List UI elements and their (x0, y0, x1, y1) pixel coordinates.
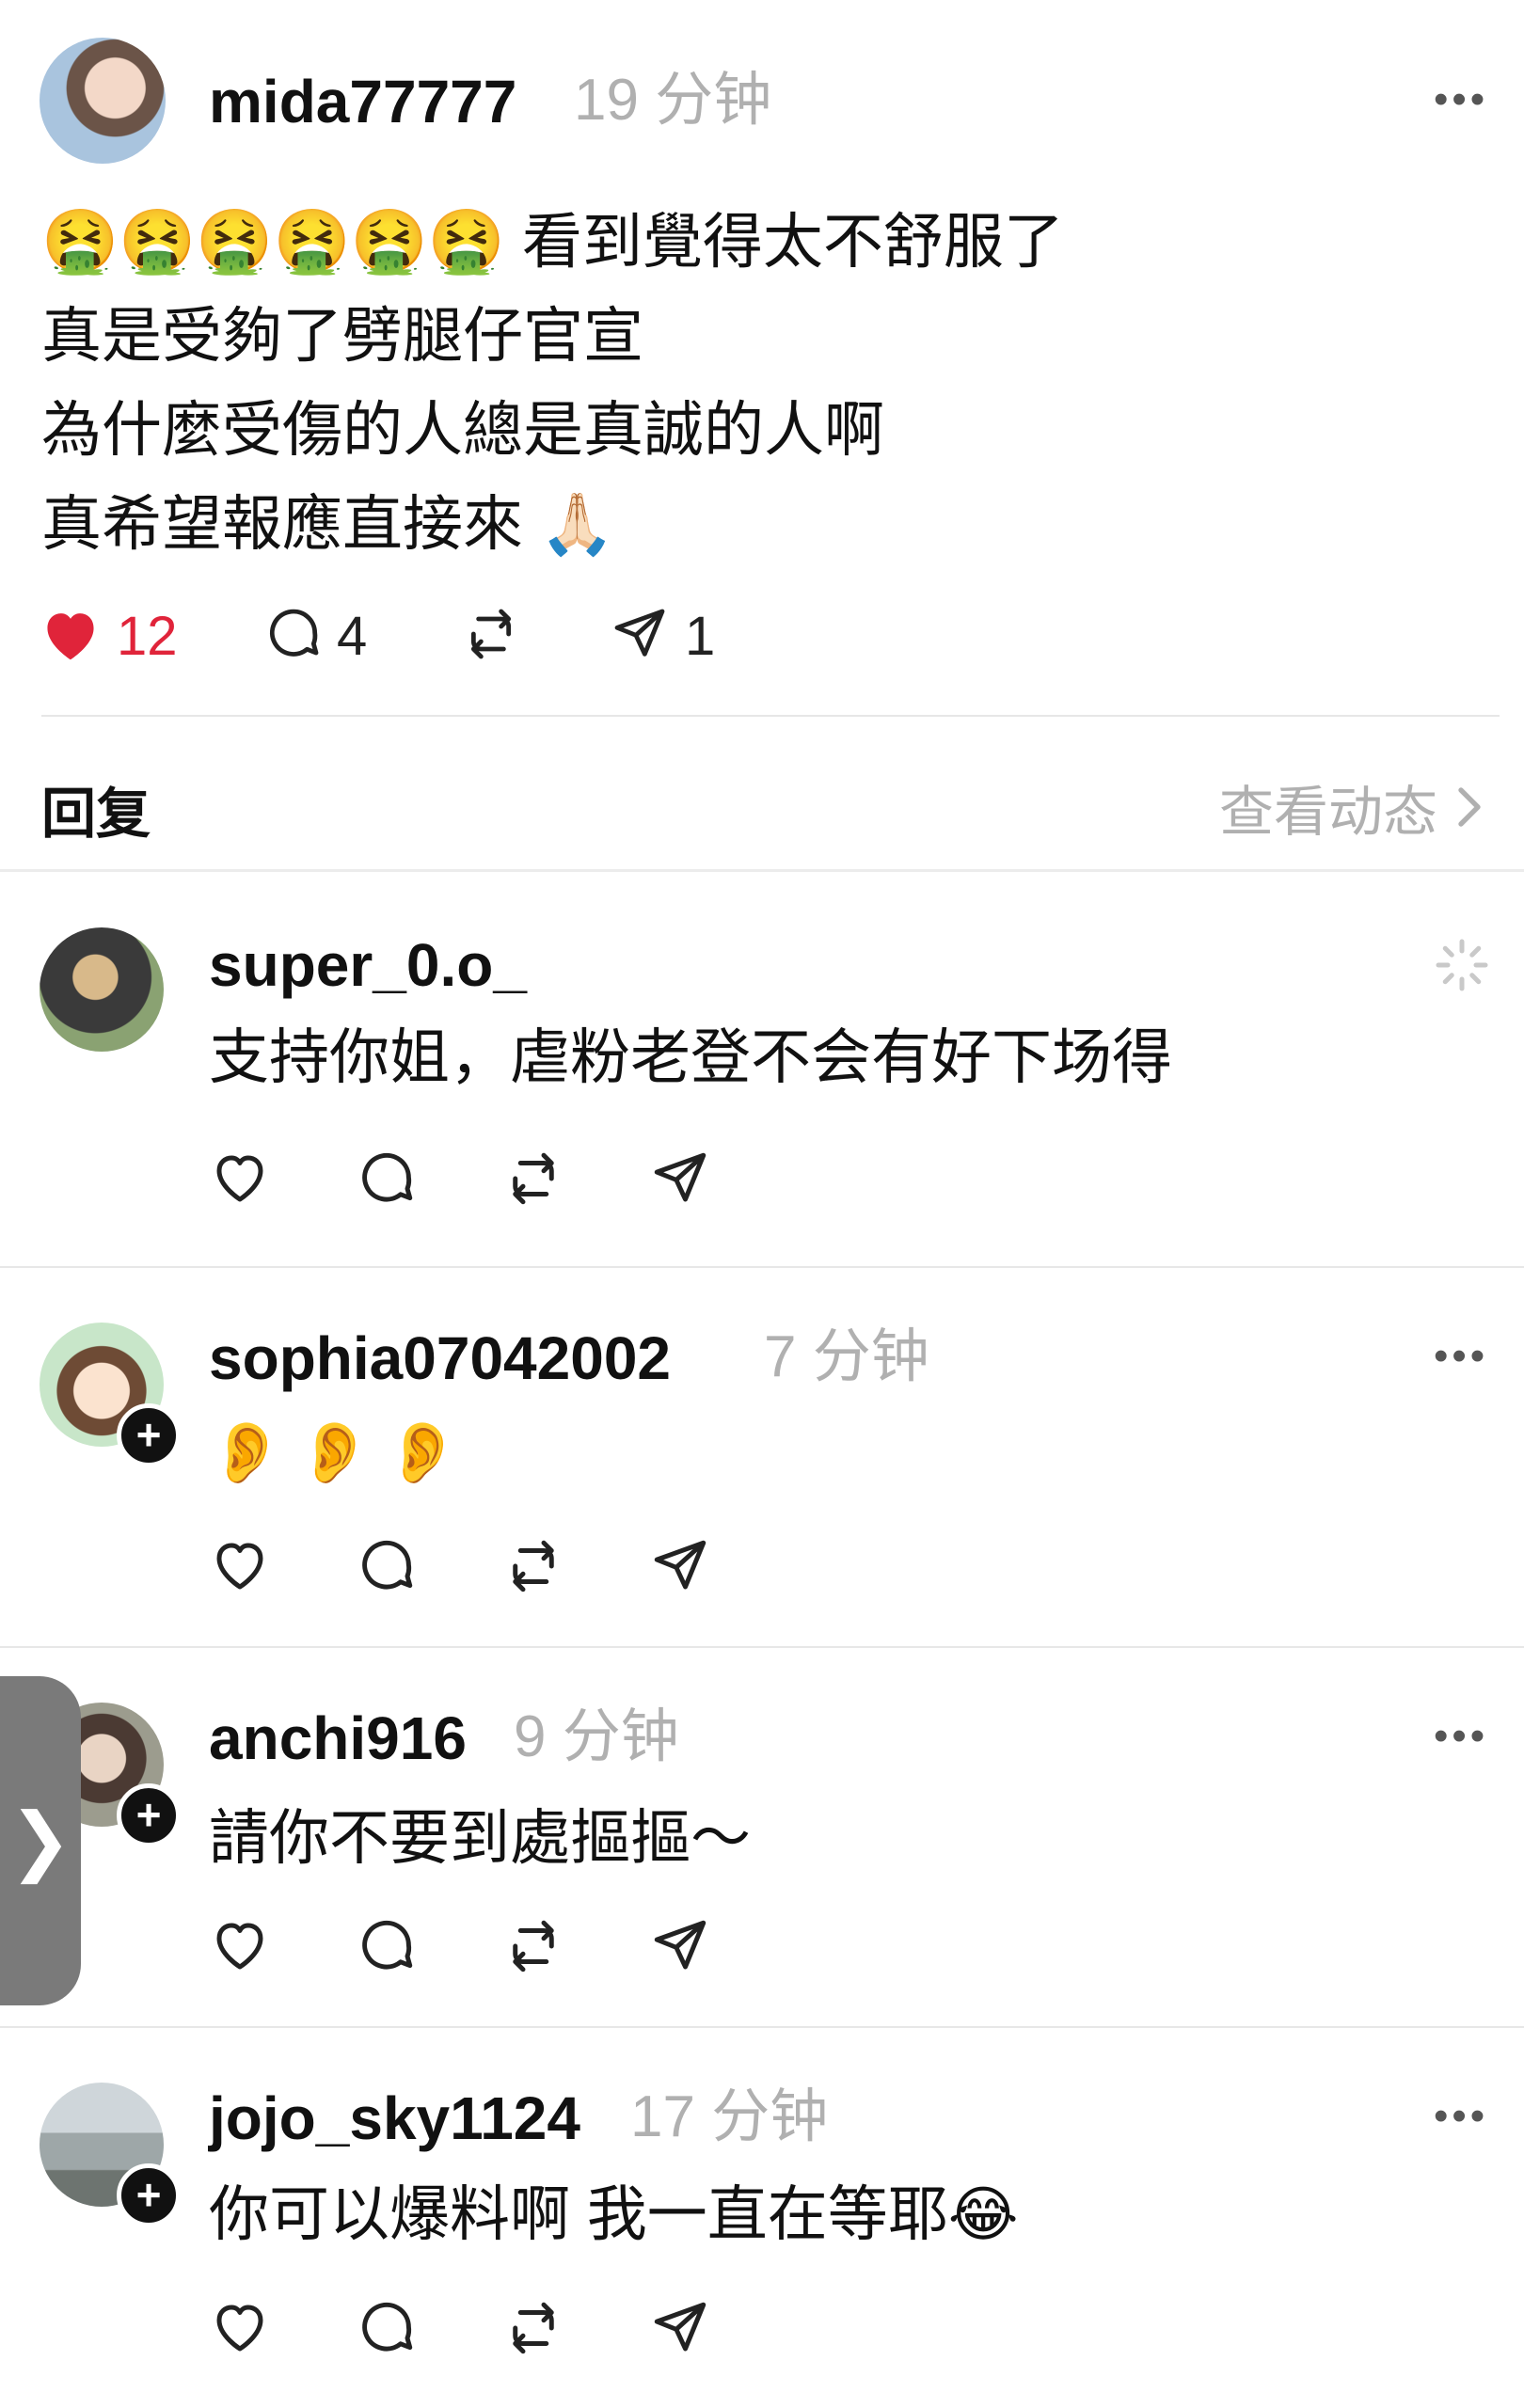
reply-divider (0, 1646, 1524, 1648)
repost-icon[interactable] (502, 1915, 564, 1977)
more-icon[interactable]: ••• (1434, 1336, 1488, 1377)
share-icon[interactable] (649, 1148, 711, 1210)
more-icon[interactable]: ••• (1434, 1716, 1488, 1757)
more-icon[interactable]: ••• (1434, 79, 1488, 120)
reply-text: 👂👂👂 (209, 1418, 474, 1486)
heart-icon[interactable] (209, 1915, 271, 1977)
reply-divider (0, 2026, 1524, 2028)
reply-divider (0, 1266, 1524, 1268)
share-count: 1 (685, 606, 716, 667)
reply-username[interactable]: jojo_sky1124 (209, 2088, 580, 2148)
heart-icon[interactable] (40, 606, 102, 662)
repost-icon[interactable] (502, 1535, 564, 1597)
avatar[interactable] (40, 927, 164, 1052)
follow-plus-icon[interactable]: + (117, 1403, 181, 1467)
post-time: 19 分钟 (574, 68, 772, 133)
like-count: 12 (117, 606, 178, 667)
reply-actions (0, 1915, 1524, 1981)
reply-username[interactable]: super_0.o_ (209, 935, 527, 995)
share-icon[interactable] (649, 2297, 711, 2359)
post-line-2: 真是受夠了劈腿仔官宣 (41, 302, 643, 370)
reply-actions (0, 1535, 1524, 1601)
reply-text: 請你不要到處摳摳～ (209, 1804, 751, 1872)
section-divider (0, 869, 1524, 872)
more-icon[interactable]: ••• (1434, 2096, 1488, 2137)
post-line-3: 為什麼受傷的人總是真誠的人啊 (41, 396, 884, 464)
loading-icon (1436, 939, 1488, 991)
follow-plus-icon[interactable]: + (117, 2163, 181, 2227)
side-panel-tab[interactable]: ❯ (0, 1676, 81, 2005)
follow-plus-icon[interactable]: + (117, 1783, 181, 1847)
comment-icon[interactable] (356, 1535, 418, 1597)
share-icon[interactable] (649, 1535, 711, 1597)
heart-icon[interactable] (209, 2297, 271, 2359)
heart-icon[interactable] (209, 1535, 271, 1597)
reply-username[interactable]: sophia07042002 (209, 1328, 671, 1388)
post-body: 🤮🤮🤮🤮🤮🤮 看到覺得太不舒服了 真是受夠了劈腿仔官宣 為什麼受傷的人總是真誠的… (41, 194, 1453, 571)
reply-actions (0, 1148, 1524, 1213)
share-icon[interactable] (610, 604, 670, 664)
repost-icon[interactable] (461, 604, 521, 664)
post-line-4-text: 真希望報應直接來 (41, 490, 523, 558)
post-emoji-row: 🤮🤮🤮🤮🤮🤮 (41, 206, 506, 276)
reply-text: 支持你姐，虐粉老登不会有好下场得 (209, 1023, 1172, 1091)
reply-username[interactable]: anchi916 (209, 1708, 467, 1768)
post-actions: 12 4 1 (0, 598, 1524, 673)
share-icon[interactable] (649, 1915, 711, 1977)
reply-actions (0, 2297, 1524, 2363)
comment-count: 4 (337, 606, 368, 667)
reply-time: 9 分钟 (514, 1704, 679, 1769)
reply-time: 17 分钟 (630, 2084, 829, 2149)
post-line-4: 真希望報應直接來 🙏🏻 (41, 477, 1453, 571)
comment-icon[interactable] (263, 604, 324, 664)
post-line-1-text: 看到覺得太不舒服了 (521, 208, 1064, 276)
view-activity-label: 查看动态 (1219, 782, 1438, 843)
comment-icon[interactable] (356, 1148, 418, 1210)
post-username[interactable]: mida77777 (209, 71, 516, 132)
comment-icon[interactable] (356, 2297, 418, 2359)
comment-icon[interactable] (356, 1915, 418, 1977)
post-divider (41, 715, 1500, 717)
reply-label: 回复 (41, 784, 151, 845)
avatar[interactable] (40, 38, 166, 164)
reply-text: 你可以爆料啊 我一直在等耶😂 (209, 2180, 1019, 2248)
repost-icon[interactable] (502, 2297, 564, 2359)
pray-emoji: 🙏🏻 (539, 490, 615, 558)
chevron-right-icon: ❯ (8, 1798, 72, 1882)
view-activity-link[interactable]: 查看动态 (1219, 768, 1488, 847)
heart-icon[interactable] (209, 1148, 271, 1210)
chevron-right-icon (1458, 787, 1481, 827)
repost-icon[interactable] (502, 1148, 564, 1210)
post-line-1: 🤮🤮🤮🤮🤮🤮 看到覺得太不舒服了 (41, 194, 1453, 289)
reply-time: 7 分钟 (764, 1324, 929, 1389)
